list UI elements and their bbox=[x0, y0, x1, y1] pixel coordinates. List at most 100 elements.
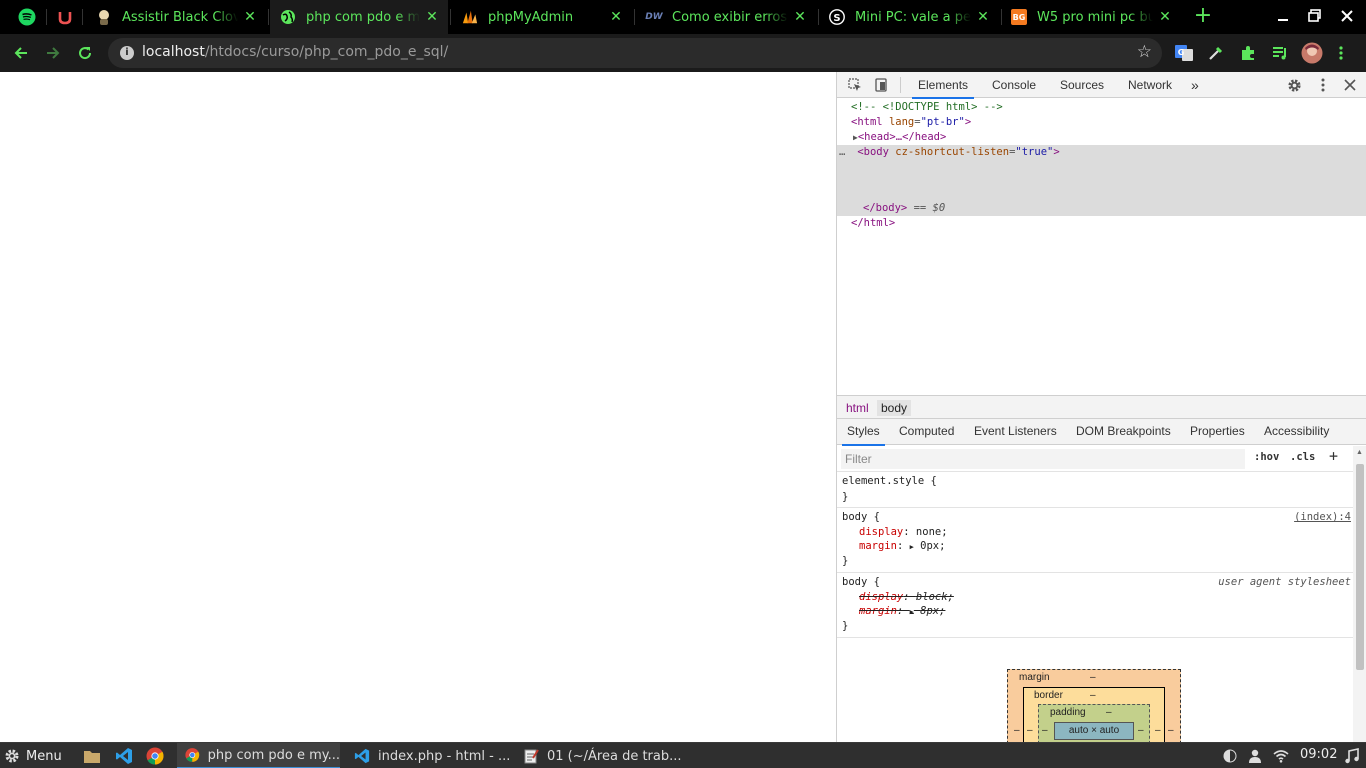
tab-php-com-pdo[interactable]: php com pdo e mysql ✕ bbox=[270, 0, 448, 34]
back-button[interactable] bbox=[8, 40, 34, 66]
maximize-window-button[interactable] bbox=[1305, 6, 1325, 26]
inspect-element-button[interactable] bbox=[845, 75, 865, 95]
extensions-button[interactable] bbox=[1237, 42, 1259, 64]
media-controls-button[interactable] bbox=[1269, 42, 1291, 64]
breadcrumb-body[interactable]: body bbox=[877, 400, 912, 416]
css-declaration[interactable]: display: none; bbox=[859, 525, 948, 540]
close-tab-icon[interactable]: ✕ bbox=[608, 9, 624, 25]
rule-source-link[interactable]: (index):4 bbox=[1294, 510, 1351, 525]
tab-computed[interactable]: Computed bbox=[899, 419, 954, 445]
google-translate-icon: G bbox=[1175, 45, 1193, 61]
start-menu-button[interactable]: Menu bbox=[4, 746, 62, 766]
class-toggle[interactable]: .cls bbox=[1290, 451, 1315, 463]
box-model-margin[interactable]: margin – – – border – – – padding – – – … bbox=[1007, 669, 1181, 742]
rule-close-brace: } bbox=[842, 491, 849, 503]
element-style-rule[interactable]: element.style { } bbox=[837, 472, 1353, 508]
css-declaration-overridden[interactable]: display: block; bbox=[859, 590, 954, 605]
devtools-settings-button[interactable] bbox=[1284, 75, 1304, 95]
info-icon[interactable]: i bbox=[120, 46, 134, 60]
tab-dom-breakpoints[interactable]: DOM Breakpoints bbox=[1076, 419, 1171, 445]
breadcrumb-html[interactable]: html bbox=[842, 400, 873, 416]
tab-title: Mini PC: vale a pena bbox=[855, 9, 971, 25]
tray-user[interactable] bbox=[1245, 746, 1265, 766]
close-window-button[interactable] bbox=[1337, 6, 1357, 26]
html-close-node[interactable]: </html> bbox=[851, 216, 895, 231]
box-model-border[interactable]: border – – – padding – – – auto × auto bbox=[1023, 687, 1165, 742]
forward-button[interactable] bbox=[40, 40, 66, 66]
devtools-menu-button[interactable] bbox=[1313, 75, 1333, 95]
tab-black-clover[interactable]: Assistir Black Clover ✕ bbox=[86, 0, 266, 34]
hover-state-toggle[interactable]: :hov bbox=[1254, 451, 1279, 463]
more-tabs-button[interactable]: » bbox=[1191, 72, 1199, 98]
pinned-tab-spotify[interactable] bbox=[11, 4, 43, 30]
tab-network[interactable]: Network bbox=[1128, 72, 1172, 98]
tab-console[interactable]: Console bbox=[992, 72, 1036, 98]
tab-styles[interactable]: Styles bbox=[842, 419, 885, 446]
new-tab-button[interactable]: + bbox=[1190, 4, 1216, 30]
close-tab-icon[interactable]: ✕ bbox=[424, 9, 440, 25]
breadcrumb: html body bbox=[837, 395, 1366, 419]
os-taskbar: Menu php com pdo e my... index.php - htm… bbox=[0, 742, 1366, 768]
minimize-window-button[interactable] bbox=[1273, 6, 1293, 26]
html-open-node[interactable]: <html lang="pt-br"> bbox=[851, 115, 971, 130]
tab-event-listeners[interactable]: Event Listeners bbox=[974, 419, 1057, 445]
body-rule-index[interactable]: body { (index):4 display: none; margin: … bbox=[837, 509, 1353, 573]
scroll-up-icon[interactable]: ▲ bbox=[1356, 449, 1363, 456]
close-tab-icon[interactable]: ✕ bbox=[975, 9, 991, 25]
browser-tab-strip: Assistir Black Clover ✕ php com pdo e my… bbox=[0, 0, 1366, 34]
close-tab-icon[interactable]: ✕ bbox=[242, 9, 258, 25]
tab-como-exibir-erros[interactable]: DW Como exibir erros PHP ✕ bbox=[636, 0, 816, 34]
tab-elements[interactable]: Elements bbox=[911, 72, 975, 99]
expand-triangle-icon[interactable]: ▶ bbox=[910, 543, 914, 551]
new-style-rule-button[interactable]: + bbox=[1329, 447, 1338, 465]
taskbar-task-vscode[interactable]: index.php - html - ... bbox=[346, 743, 511, 768]
translate-extension-button[interactable]: G bbox=[1173, 42, 1195, 64]
doctype-comment[interactable]: <!-- <!DOCTYPE html> --> bbox=[851, 100, 1003, 115]
close-tab-icon[interactable]: ✕ bbox=[1157, 9, 1173, 25]
pinned-tab-udemy[interactable] bbox=[49, 4, 81, 30]
tab-phpmyadmin[interactable]: phpMyAdmin ✕ bbox=[452, 0, 632, 34]
device-toolbar-button[interactable] bbox=[871, 75, 891, 95]
tab-w5-pro-mini-pc[interactable]: BG W5 pro mini pc build ✕ bbox=[1001, 0, 1181, 34]
address-bar[interactable]: i localhost/htdocs/curso/php_com_pdo_e_s… bbox=[108, 38, 1162, 68]
tray-night-mode[interactable] bbox=[1220, 746, 1240, 766]
launcher-file-manager[interactable] bbox=[82, 746, 102, 766]
node-options-icon[interactable]: … bbox=[839, 146, 845, 158]
launcher-chrome[interactable] bbox=[145, 746, 165, 766]
tab-sources[interactable]: Sources bbox=[1060, 72, 1104, 98]
tab-properties[interactable]: Properties bbox=[1190, 419, 1245, 445]
head-node[interactable]: ▶<head>…</head> bbox=[853, 130, 946, 145]
styles-filter-input[interactable] bbox=[841, 449, 1245, 469]
color-picker-extension-button[interactable] bbox=[1205, 42, 1227, 64]
tray-sound[interactable] bbox=[1342, 746, 1362, 766]
body-open-node[interactable]: … <body cz-shortcut-listen="true"> bbox=[839, 145, 1060, 160]
rule-selector: element.style { bbox=[842, 475, 937, 487]
bookmark-star-icon[interactable]: ☆ bbox=[1137, 42, 1152, 62]
launcher-vscode[interactable] bbox=[114, 746, 134, 766]
tray-wifi[interactable] bbox=[1271, 746, 1291, 766]
tab-title: Como exibir erros PHP bbox=[672, 9, 788, 25]
dom-tree[interactable]: <!-- <!DOCTYPE html> --> <html lang="pt-… bbox=[837, 99, 1366, 395]
browser-toolbar: i localhost/htdocs/curso/php_com_pdo_e_s… bbox=[0, 34, 1366, 72]
taskbar-task-chrome[interactable]: php com pdo e my... bbox=[177, 743, 340, 768]
tab-mini-pc[interactable]: S Mini PC: vale a pena ✕ bbox=[819, 0, 999, 34]
reload-button[interactable] bbox=[72, 40, 98, 66]
page-viewport[interactable] bbox=[0, 72, 836, 742]
devtools-close-button[interactable] bbox=[1340, 75, 1360, 95]
box-model-padding[interactable]: padding – – – auto × auto bbox=[1038, 704, 1150, 742]
close-tab-icon[interactable]: ✕ bbox=[792, 9, 808, 25]
css-declaration-overridden[interactable]: margin: ▶ 8px; bbox=[859, 604, 945, 619]
expand-triangle-icon[interactable]: ▶ bbox=[910, 608, 914, 616]
url-text[interactable]: localhost/htdocs/curso/php_com_pdo_e_sql… bbox=[142, 44, 448, 60]
clock[interactable]: 09:02 bbox=[1300, 747, 1337, 762]
box-model-content[interactable]: auto × auto bbox=[1054, 722, 1134, 740]
profile-avatar-button[interactable] bbox=[1301, 42, 1323, 64]
tab-accessibility[interactable]: Accessibility bbox=[1264, 419, 1329, 445]
styles-scrollbar[interactable]: ▲ bbox=[1353, 446, 1366, 742]
taskbar-task-text-editor[interactable]: 01 (~/Área de trab... bbox=[515, 743, 685, 768]
body-close-node[interactable]: </body> == $0 bbox=[863, 201, 945, 216]
browser-menu-button[interactable] bbox=[1335, 42, 1347, 64]
body-rule-user-agent[interactable]: body { user agent stylesheet display: bl… bbox=[837, 574, 1353, 638]
scrollbar-thumb[interactable] bbox=[1356, 464, 1364, 670]
css-declaration[interactable]: margin: ▶ 0px; bbox=[859, 539, 945, 554]
